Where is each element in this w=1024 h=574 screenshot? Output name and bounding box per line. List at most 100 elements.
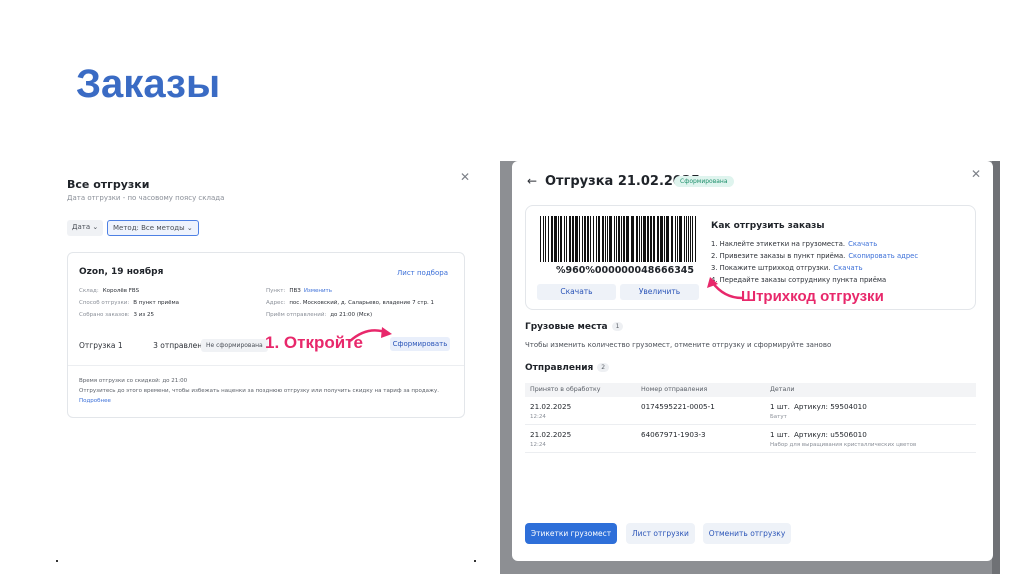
barcode-bar	[587, 216, 589, 262]
row-qty: 1 шт.	[770, 402, 790, 411]
barcode-bar	[584, 216, 586, 262]
table-row[interactable]: 21.02.2025 12:24 0174595221-0005-1 1 шт.…	[525, 397, 976, 425]
table-header: Принято в обработку Номер отправления Де…	[525, 383, 976, 397]
barcode-number: %960%000000048666345	[556, 265, 695, 276]
barcode-bar	[572, 216, 574, 262]
decorative-dot	[56, 560, 58, 562]
shipment-sheet-button[interactable]: Лист отгрузки	[626, 523, 695, 544]
table-row[interactable]: 21.02.2025 12:24 64067971-1903-3 1 шт. А…	[525, 425, 976, 453]
address-row: Адрес: пос. Московский, д. Саларьево, вла…	[266, 300, 435, 306]
arrow-icon	[349, 327, 392, 342]
barcode-bar	[598, 216, 600, 262]
row-qty: 1 шт.	[770, 430, 790, 439]
order-title: Ozon, 19 ноября	[79, 267, 164, 277]
barcode-bar	[607, 216, 608, 262]
close-icon[interactable]: ✕	[971, 167, 981, 181]
how-to-title: Как отгрузить заказы	[711, 221, 825, 231]
barcode-card: %960%000000048666345 Скачать Увеличить К…	[525, 205, 976, 310]
row-time: 12:24	[530, 414, 546, 420]
barcode-bar	[695, 216, 696, 262]
barcode-bar	[631, 216, 634, 262]
barcode-bar	[560, 216, 562, 262]
barcode-bar	[564, 216, 565, 262]
barcode-bar	[653, 216, 655, 262]
barcode-bar	[639, 216, 640, 262]
cargo-labels-button[interactable]: Этикетки грузомест	[525, 523, 617, 544]
warehouse-row: Склад: Королёв FBS	[79, 288, 140, 294]
collected-row: Собрано заказов: 3 из 25	[79, 312, 155, 318]
barcode-bar	[618, 216, 620, 262]
step-link[interactable]: Скачать	[848, 240, 877, 248]
barcode-bar	[551, 216, 553, 262]
column-header: Детали	[770, 386, 795, 393]
barcode-bar	[664, 216, 665, 262]
barcode-bar	[686, 216, 687, 262]
chevron-down-icon: ⌄	[92, 223, 99, 231]
barcode-bar	[643, 216, 646, 262]
cargo-note: Чтобы изменить количество грузомест, отм…	[525, 341, 832, 349]
backdrop-edge	[992, 161, 1000, 574]
shipment-tab[interactable]: Отгрузка 1	[79, 341, 123, 350]
barcode-bar	[660, 216, 663, 262]
back-arrow-icon[interactable]: ←	[527, 174, 537, 188]
row-number: 0174595221-0005-1	[641, 402, 715, 411]
shipments-section-title: Отправления 2	[525, 363, 610, 373]
discount-info-note: Отгрузитесь до этого времени, чтобы избе…	[79, 388, 439, 394]
barcode-bar	[650, 216, 652, 262]
barcode-image	[540, 216, 696, 262]
decorative-dot	[474, 560, 476, 562]
barcode-bar	[692, 216, 693, 262]
method-filter[interactable]: Метод: Все методы ⌄	[107, 220, 199, 236]
shipments-table: Принято в обработку Номер отправления Де…	[525, 383, 976, 453]
status-badge: Не сформирована	[201, 339, 268, 352]
barcode-bar	[590, 216, 591, 262]
barcode-bar	[543, 216, 544, 262]
cancel-shipment-button[interactable]: Отменить отгрузку	[703, 523, 791, 544]
row-desc: Батут	[770, 414, 787, 420]
picking-list-link[interactable]: Лист подбора	[397, 269, 448, 277]
annotation-barcode: Штрихкод отгрузки	[741, 288, 884, 305]
row-date: 21.02.2025	[530, 402, 572, 411]
slide-title: Заказы	[76, 62, 221, 106]
barcode-bar	[679, 216, 682, 262]
shipments-count: 2	[597, 363, 610, 372]
row-time: 12:24	[530, 442, 546, 448]
cargo-count: 1	[611, 322, 624, 331]
more-link[interactable]: Подробнее	[79, 398, 111, 404]
shipment-modal: ← Отгрузка 21.02.2025 Сформирована ✕ %96…	[512, 161, 993, 561]
barcode-bar	[569, 216, 571, 262]
barcode-bar	[545, 216, 546, 262]
close-icon[interactable]: ✕	[460, 170, 470, 184]
barcode-bar	[636, 216, 638, 262]
panel-title: Все отгрузки	[67, 178, 150, 191]
step-2: 2. Привезите заказы в пункт приёма. Скопи…	[711, 252, 919, 260]
row-date: 21.02.2025	[530, 430, 572, 439]
barcode-bar	[596, 216, 597, 262]
barcode-bar	[548, 216, 549, 262]
barcode-bar	[609, 216, 612, 262]
barcode-bar	[677, 216, 678, 262]
change-point-link[interactable]: Изменить	[304, 288, 332, 294]
shipments-panel: ✕ Все отгрузки Дата отгрузки - по часово…	[55, 166, 480, 436]
row-number: 64067971-1903-3	[641, 430, 706, 439]
column-header: Принято в обработку	[530, 386, 601, 393]
barcode-bar	[566, 216, 567, 262]
cargo-section-title: Грузовые места 1	[525, 322, 624, 332]
barcode-bar	[602, 216, 604, 262]
arrow-icon	[707, 277, 743, 300]
receive-row: Приём отправлений: до 21:00 (Мск)	[266, 312, 373, 318]
step-3: 3. Покажите штрихкод отгрузки. Скачать	[711, 264, 863, 272]
step-link[interactable]: Скачать	[833, 264, 862, 272]
barcode-bar	[616, 216, 617, 262]
barcode-bar	[657, 216, 659, 262]
barcode-bar	[626, 216, 629, 262]
barcode-bar	[647, 216, 649, 262]
barcode-bar	[671, 216, 673, 262]
date-filter[interactable]: Дата ⌄	[67, 220, 104, 236]
step-link[interactable]: Скопировать адрес	[848, 252, 918, 260]
row-desc: Набор для выращивания кристаллических цв…	[770, 442, 917, 448]
zoom-button[interactable]: Увеличить	[620, 284, 699, 300]
step-1: 1. Наклейте этикетки на грузоместа. Скача…	[711, 240, 878, 248]
download-button[interactable]: Скачать	[537, 284, 616, 300]
form-shipment-button[interactable]: Сформировать	[390, 337, 450, 351]
